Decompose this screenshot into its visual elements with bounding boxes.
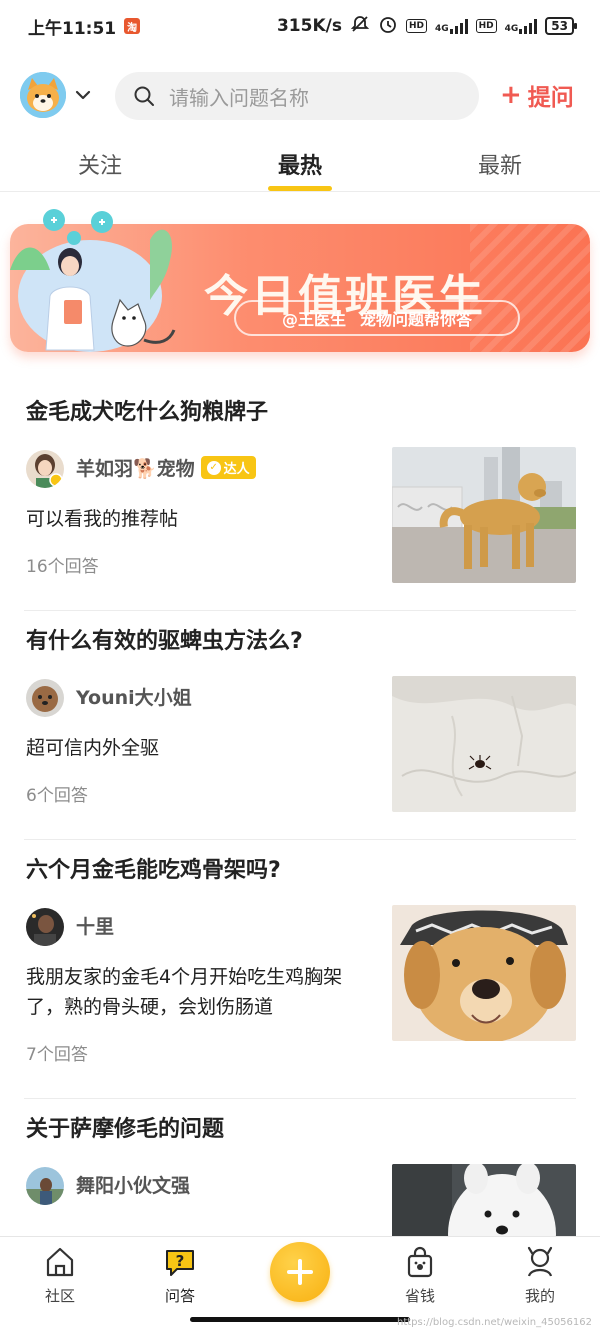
tab-hottest[interactable]: 最热 (240, 148, 360, 180)
question-title[interactable]: 关于萨摩修毛的问题 (26, 1111, 224, 1143)
question-title[interactable]: 金毛成犬吃什么狗粮牌子 (26, 394, 268, 426)
create-post-button[interactable] (270, 1242, 330, 1302)
svg-text:?: ? (176, 1252, 185, 1270)
user-avatar[interactable] (26, 908, 64, 946)
ask-question-button[interactable]: + 提问 (500, 78, 574, 112)
user-avatar[interactable] (26, 1167, 64, 1205)
shopping-bag-icon (407, 1246, 433, 1278)
nav-save-money[interactable]: 省钱 (380, 1245, 460, 1306)
user-avatar[interactable] (26, 679, 64, 717)
taobao-notification-icon: 淘 (124, 18, 141, 34)
chevron-down-icon[interactable] (74, 86, 92, 104)
search-input[interactable]: 请输入问题名称 (169, 82, 309, 111)
question-image[interactable] (392, 676, 576, 812)
banner-subtitle-text: 宠物问题帮你答 (360, 310, 473, 329)
signal-icon (449, 18, 468, 34)
author-name[interactable]: 舞阳小伙文强 (76, 1171, 190, 1198)
doctor-illustration (10, 209, 176, 352)
author-name[interactable]: Youni大小姐 (76, 683, 192, 710)
nav-label-save: 省钱 (404, 1287, 435, 1305)
nav-community[interactable]: 社区 (20, 1245, 100, 1306)
question-title[interactable]: 有什么有效的驱蜱虫方法么? (26, 623, 303, 655)
question-feed: 金毛成犬吃什么狗粮牌子 羊如羽🐕宠物 ✓ 达人 可以看我的推荐帖 16个回答 有… (0, 382, 600, 1328)
answer-count: 7个回答 (26, 1045, 88, 1065)
question-preview: 超可信内外全驱 (26, 737, 160, 759)
question-item[interactable]: 六个月金毛能吃鸡骨架吗? 十里 我朋友家的金毛4个月开始吃生鸡胸架了，熟的骨头硬… (24, 840, 576, 1099)
question-author: 舞阳小伙文强 (76, 1171, 190, 1198)
active-tab-indicator (268, 186, 332, 191)
hd-icon: HD (405, 19, 427, 33)
watermark: https://blog.csdn.net/weixin_45056162 (396, 1317, 592, 1328)
question-item[interactable]: 金毛成犬吃什么狗粮牌子 羊如羽🐕宠物 ✓ 达人 可以看我的推荐帖 16个回答 (24, 382, 576, 611)
signal-icon-2 (519, 18, 538, 34)
user-avatar[interactable] (20, 72, 66, 118)
banner-doctor-name: @王医生 (281, 310, 346, 329)
question-preview: 可以看我的推荐帖 (26, 508, 179, 530)
user-avatar[interactable] (26, 450, 64, 488)
status-time: 上午11:51 (28, 18, 117, 39)
hd-icon-2: HD (475, 19, 497, 33)
nav-label-mine: 我的 (524, 1287, 555, 1305)
plus-icon (287, 1259, 313, 1285)
ask-label: 提问 (527, 85, 574, 111)
banner-subtitle: @王医生 宠物问题帮你答 (234, 300, 520, 336)
network-type: 4G (434, 24, 449, 34)
mute-icon (350, 14, 370, 38)
question-author: Youni大小姐 (76, 683, 192, 710)
tab-newest[interactable]: 最新 (440, 148, 560, 180)
top-header: 请输入问题名称 + 提问 (0, 70, 600, 122)
author-name[interactable]: 十里 (76, 912, 114, 939)
check-icon: ✓ (206, 460, 221, 475)
question-author: 羊如羽🐕宠物 ✓ 达人 (76, 454, 256, 481)
expert-badge: ✓ 达人 (200, 456, 256, 479)
answer-count: 16个回答 (26, 557, 99, 577)
status-bar: 上午11:51 淘 315K/s HD 4G HD 4G 53 (0, 0, 600, 52)
badge-label: 达人 (223, 462, 250, 477)
nav-label-qa: 问答 (164, 1287, 195, 1305)
plus-icon: + (500, 80, 522, 110)
question-preview: 我朋友家的金毛4个月开始吃生鸡胸架了，熟的骨头硬，会划伤肠道 (26, 966, 343, 1018)
alarm-icon (378, 14, 398, 38)
search-icon (134, 86, 154, 106)
question-bubble-icon: ? (166, 1250, 194, 1276)
feed-tabs: 关注 最热 最新 (0, 140, 600, 192)
question-image[interactable] (392, 905, 576, 1041)
battery-icon: 53 (545, 17, 577, 35)
net-speed: 315K/s (276, 16, 342, 36)
nav-label-community: 社区 (44, 1287, 75, 1305)
network-type-2: 4G (504, 24, 519, 34)
home-indicator[interactable] (190, 1317, 410, 1322)
question-image[interactable] (392, 447, 576, 583)
search-bar[interactable]: 请输入问题名称 (115, 72, 479, 120)
answer-count: 6个回答 (26, 786, 88, 806)
tab-following[interactable]: 关注 (40, 148, 160, 180)
nav-qa[interactable]: ? 问答 (140, 1245, 220, 1306)
home-icon (46, 1247, 74, 1277)
bottom-navigation: 社区 ? 问答 省钱 我的 https://blog.csdn.net/weix… (0, 1236, 600, 1333)
nav-mine[interactable]: 我的 (500, 1245, 580, 1306)
question-title[interactable]: 六个月金毛能吃鸡骨架吗? (26, 852, 281, 884)
question-item[interactable]: 有什么有效的驱蜱虫方法么? Youni大小姐 超可信内外全驱 6个回答 (24, 611, 576, 840)
author-name[interactable]: 羊如羽🐕宠物 (76, 454, 195, 481)
duty-doctor-banner[interactable]: 今日值班医生 @王医生 宠物问题帮你答 (10, 200, 590, 362)
question-author: 十里 (76, 912, 114, 939)
profile-icon (527, 1246, 553, 1277)
